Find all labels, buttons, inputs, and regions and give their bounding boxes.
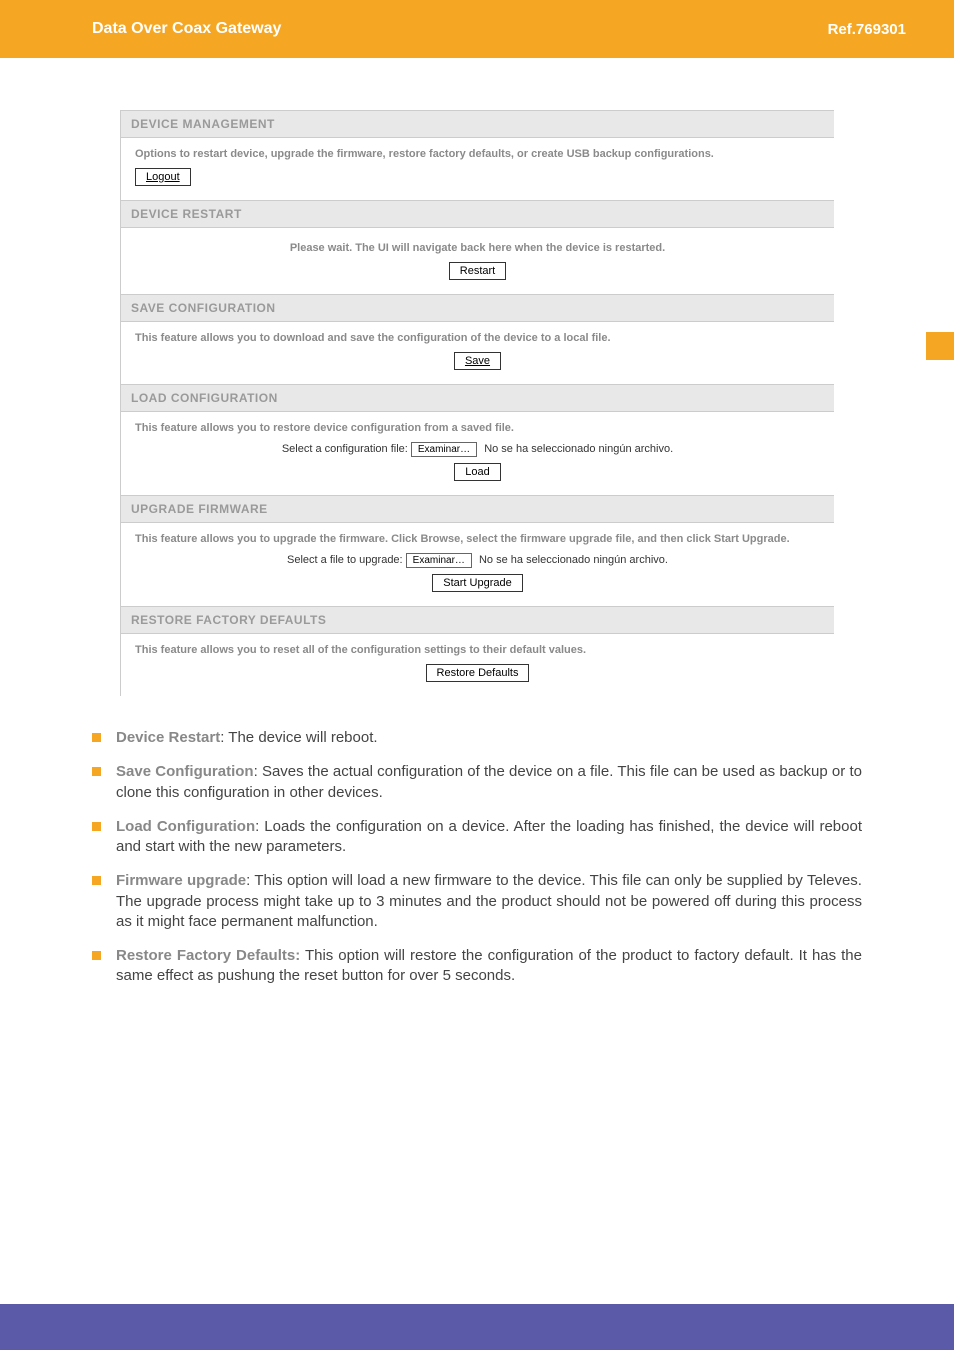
upgrade-select-label: Select a file to upgrade: [287, 554, 403, 566]
section-body-upgrade: This feature allows you to upgrade the f… [121, 523, 834, 606]
page-header: Data Over Coax Gateway Ref.769301 [0, 0, 954, 58]
save-button[interactable]: Save [454, 352, 501, 370]
list-item: Restore Factory Defaults: This option wi… [92, 946, 862, 987]
device-panel: DEVICE MANAGEMENT Options to restart dev… [120, 110, 834, 696]
load-button[interactable]: Load [454, 463, 500, 481]
logout-button[interactable]: Logout [135, 168, 191, 186]
restore-defaults-button[interactable]: Restore Defaults [426, 664, 530, 682]
section-body-restore: This feature allows you to reset all of … [121, 634, 834, 696]
section-body-management: Options to restart device, upgrade the f… [121, 138, 834, 200]
bullet-title: Restore Factory Defaults: [116, 947, 300, 964]
bullet-title: Load Configuration [116, 818, 255, 835]
loadconf-file-row: Select a configuration file: Examinar… N… [135, 442, 820, 457]
side-tab [926, 332, 954, 360]
management-desc: Options to restart device, upgrade the f… [135, 148, 820, 160]
list-item: Firmware upgrade: This option will load … [92, 871, 862, 932]
loadconf-desc: This feature allows you to restore devic… [135, 422, 820, 434]
notes-list: Device Restart: The device will reboot. … [92, 728, 862, 987]
footer-bar [0, 1304, 954, 1350]
list-item: Load Configuration: Loads the configurat… [92, 817, 862, 858]
section-body-loadconf: This feature allows you to restore devic… [121, 412, 834, 495]
bullet-text: : The device will reboot. [220, 729, 377, 746]
upgrade-file-status: No se ha seleccionado ningún archivo. [479, 554, 668, 566]
section-head-saveconf: SAVE CONFIGURATION [121, 294, 834, 322]
section-head-loadconf: LOAD CONFIGURATION [121, 384, 834, 412]
restart-desc: Please wait. The UI will navigate back h… [135, 238, 820, 254]
upgrade-file-row: Select a file to upgrade: Examinar… No s… [135, 553, 820, 568]
section-head-restore: RESTORE FACTORY DEFAULTS [121, 606, 834, 634]
loadconf-browse-button[interactable]: Examinar… [411, 442, 477, 457]
saveconf-desc: This feature allows you to download and … [135, 332, 820, 344]
header-title: Data Over Coax Gateway [92, 20, 281, 38]
restart-button[interactable]: Restart [449, 262, 506, 280]
section-body-saveconf: This feature allows you to download and … [121, 322, 834, 384]
content-area: DEVICE MANAGEMENT Options to restart dev… [0, 58, 954, 987]
section-body-restart: Please wait. The UI will navigate back h… [121, 228, 834, 294]
list-item: Device Restart: The device will reboot. [92, 728, 862, 748]
header-ref: Ref.769301 [828, 21, 906, 38]
section-head-restart: DEVICE RESTART [121, 200, 834, 228]
list-item: Save Configuration: Saves the actual con… [92, 762, 862, 803]
section-head-upgrade: UPGRADE FIRMWARE [121, 495, 834, 523]
upgrade-desc: This feature allows you to upgrade the f… [135, 533, 820, 545]
bullet-title: Save Configuration [116, 763, 254, 780]
start-upgrade-button[interactable]: Start Upgrade [432, 574, 522, 592]
loadconf-file-status: No se ha seleccionado ningún archivo. [484, 443, 673, 455]
bullet-title: Firmware upgrade [116, 872, 246, 889]
restore-desc: This feature allows you to reset all of … [135, 644, 820, 656]
upgrade-browse-button[interactable]: Examinar… [406, 553, 472, 568]
section-head-management: DEVICE MANAGEMENT [121, 110, 834, 138]
loadconf-select-label: Select a configuration file: [282, 443, 408, 455]
bullet-title: Device Restart [116, 729, 220, 746]
